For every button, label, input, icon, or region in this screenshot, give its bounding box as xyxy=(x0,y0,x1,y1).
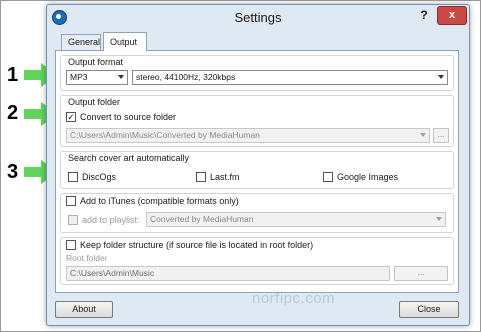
root-folder-value: C:\Users\Admin\Music xyxy=(70,268,155,278)
lastfm-checkbox[interactable] xyxy=(196,172,206,182)
convert-to-source-label: Convert to source folder xyxy=(80,112,177,122)
chevron-down-icon xyxy=(438,75,444,79)
help-button[interactable]: ? xyxy=(417,8,431,22)
chevron-down-icon xyxy=(420,133,426,137)
output-format-label: Output format xyxy=(68,57,124,67)
add-to-itunes-checkbox[interactable] xyxy=(66,196,76,206)
watermark: norfipc.com xyxy=(252,290,336,307)
playlist-select[interactable]: Converted by MediaHuman xyxy=(146,212,446,227)
keep-structure-checkbox[interactable] xyxy=(66,240,76,250)
add-to-itunes-label: Add to iTunes (compatible formats only) xyxy=(80,196,239,206)
discogs-checkbox[interactable] xyxy=(68,172,78,182)
title-bar: Settings ? x xyxy=(47,5,469,31)
google-images-label: Google Images xyxy=(337,172,399,182)
keep-structure-label: Keep folder structure (if source file is… xyxy=(80,240,314,250)
discogs-label: DiscOgs xyxy=(82,172,117,182)
lastfm-label: Last.fm xyxy=(210,172,240,182)
output-path-select[interactable]: C:\Users\Admin\Music\Converted by MediaH… xyxy=(66,128,430,143)
browse-root-button[interactable]: ... xyxy=(394,266,448,281)
quality-select-value: stereo, 44100Hz, 320kbps xyxy=(136,72,236,82)
browse-output-button[interactable]: ... xyxy=(433,128,449,143)
convert-to-source-checkbox[interactable]: ✓ xyxy=(66,112,76,122)
chevron-down-icon xyxy=(436,217,442,221)
output-folder-label: Output folder xyxy=(68,97,121,107)
close-window-button[interactable]: x xyxy=(437,6,467,25)
playlist-select-value: Converted by MediaHuman xyxy=(150,214,254,224)
tab-output[interactable]: Output xyxy=(103,32,147,51)
output-tab-panel: Output format MP3 stereo, 44100Hz, 320kb… xyxy=(55,50,459,293)
about-button[interactable]: About xyxy=(55,301,113,318)
format-select[interactable]: MP3 xyxy=(66,70,128,85)
settings-dialog: Settings ? x General Output Output forma… xyxy=(46,4,470,326)
annotation-number-3: 3 xyxy=(7,161,19,183)
google-images-checkbox[interactable] xyxy=(323,172,333,182)
cover-art-label: Search cover art automatically xyxy=(68,153,190,163)
window-title: Settings xyxy=(234,10,282,25)
format-select-value: MP3 xyxy=(70,72,88,82)
root-folder-label: Root folder xyxy=(66,253,108,263)
annotation-number-2: 2 xyxy=(7,102,19,124)
close-button[interactable]: Close xyxy=(399,301,459,318)
annotation-number-1: 1 xyxy=(7,64,19,86)
root-folder-field[interactable]: C:\Users\Admin\Music xyxy=(66,266,390,281)
tab-general[interactable]: General xyxy=(61,34,101,50)
quality-select[interactable]: stereo, 44100Hz, 320kbps xyxy=(132,70,448,85)
add-to-playlist-checkbox[interactable] xyxy=(68,215,78,225)
output-path-value: C:\Users\Admin\Music\Converted by MediaH… xyxy=(70,130,260,140)
chevron-down-icon xyxy=(118,75,124,79)
add-to-playlist-label: add to playlist: xyxy=(82,215,140,225)
